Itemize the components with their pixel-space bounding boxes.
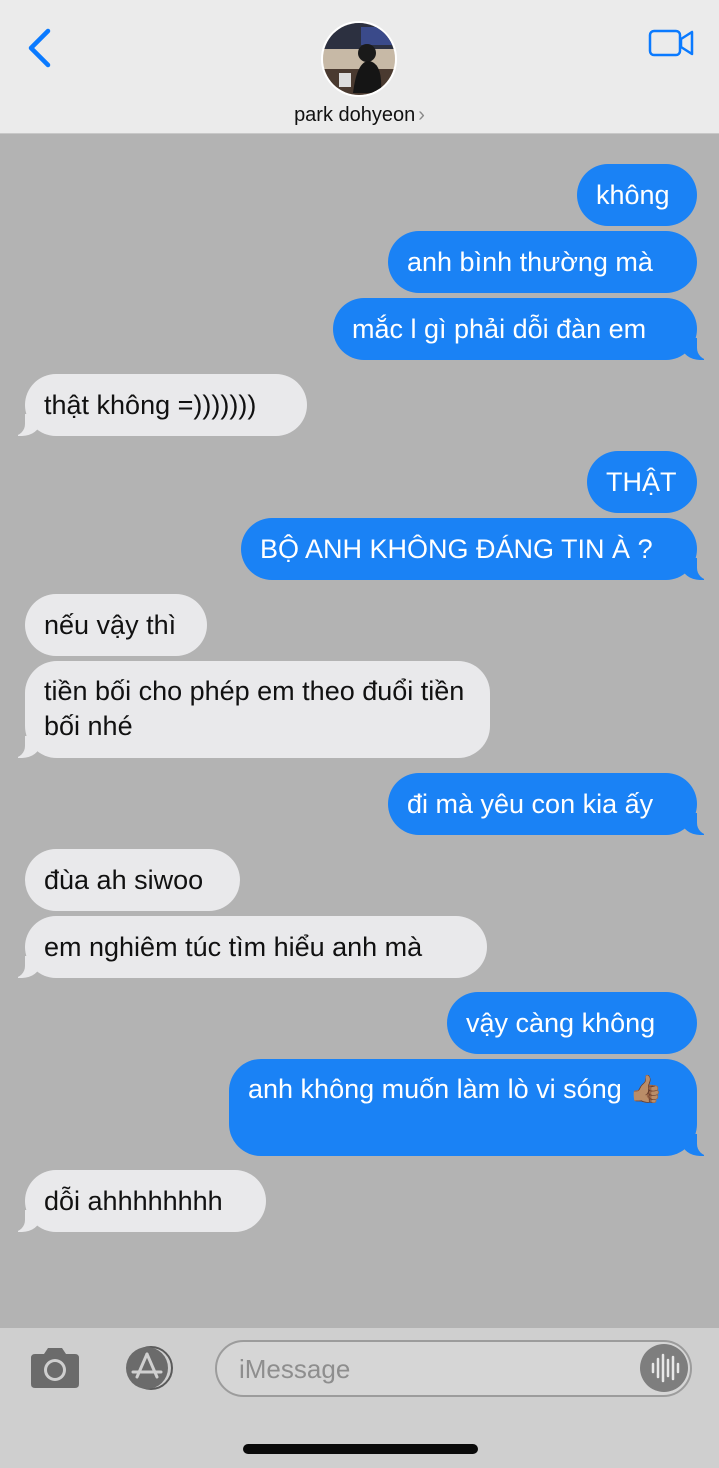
message-text: nếu vậy thì [44,610,177,640]
chevron-left-icon[interactable] [24,26,58,70]
message-text: đi mà yêu con kia ấy [407,789,654,819]
message-bubble-received[interactable]: em nghiêm túc tìm hiểu anh mà [9,916,487,978]
message-bubble-received[interactable]: đùa ah siwoo [25,849,240,911]
camera-icon[interactable] [27,1346,83,1390]
message-bubble-sent[interactable]: anh không muốn làm lò vi sóng 👍🏽 [229,1059,713,1156]
home-indicator[interactable] [243,1444,478,1454]
app-store-icon[interactable] [119,1345,179,1391]
message-bubble-sent[interactable]: không [577,164,697,226]
imessage-placeholder: iMessage [239,1354,351,1384]
message-bubble-sent[interactable]: THẬT [587,451,697,513]
chevron-right-icon: › [418,104,425,126]
message-bubble-sent[interactable]: BỘ ANH KHÔNG ĐÁNG TIN À ? [241,518,713,580]
message-text: không [596,180,670,210]
message-bubble-received[interactable]: nếu vậy thì [25,594,207,656]
message-bubble-received[interactable]: dỗi ahhhhhhhh [9,1170,266,1232]
imessage-input[interactable]: iMessage [215,1340,692,1397]
message-text: tiền bối cho phép em theo đuổi tiền bối … [44,676,465,741]
message-text: mắc l gì phải dỗi đàn em [352,314,647,344]
waveform-glyph [651,1353,680,1383]
avatar-photo [323,23,395,95]
message-text: em nghiêm túc tìm hiểu anh mà [44,932,423,962]
contact-name[interactable]: park dohyeon › [0,104,719,127]
message-bubble-sent[interactable]: vậy càng không [447,992,697,1054]
contact-avatar[interactable] [321,21,397,97]
message-bubble-sent[interactable]: đi mà yêu con kia ấy [388,773,713,835]
message-text: thật không =))))))) [44,390,257,420]
message-text: dỗi ahhhhhhhh [44,1186,223,1216]
message-text: đùa ah siwoo [44,865,204,895]
message-text: anh không muốn làm lò vi sóng 👍🏽 [248,1074,663,1104]
video-camera-icon[interactable] [648,28,694,58]
message-bubble-received[interactable]: thật không =))))))) [9,374,307,436]
message-text: anh bình thường mà [407,247,653,277]
contact-name-label: park dohyeon [294,104,416,126]
conversation-header: park dohyeon › [0,0,719,134]
message-bubble-received[interactable]: tiền bối cho phép em theo đuổi tiền bối … [9,661,490,758]
message-bubble-sent[interactable]: anh bình thường mà [388,231,697,293]
audio-waveform-icon[interactable] [640,1344,688,1392]
message-text: BỘ ANH KHÔNG ĐÁNG TIN À ? [260,534,653,564]
message-text: THẬT [606,467,677,497]
message-bubble-sent[interactable]: mắc l gì phải dỗi đàn em [333,298,713,360]
message-text: vậy càng không [466,1008,656,1038]
